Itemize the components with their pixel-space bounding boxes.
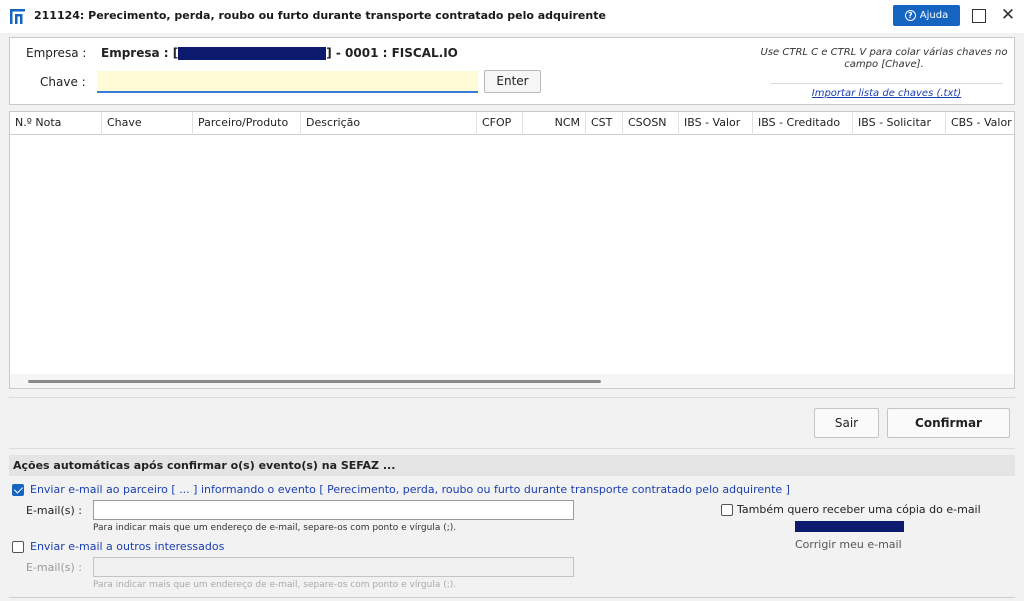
question-circle-icon: ?	[904, 10, 916, 21]
copy-me-label[interactable]: Também quero receber uma cópia do e-mail	[737, 503, 981, 516]
col-parceiro-produto[interactable]: Parceiro/Produto	[193, 112, 301, 135]
grid-header: N.º Nota Chave Parceiro/Produto Descriçã…	[10, 112, 1014, 135]
empresa-value: Empresa : [ ] - 0001 : FISCAL.IO	[101, 46, 458, 60]
col-cbs-valor[interactable]: CBS - Valor	[946, 112, 1014, 135]
confirmar-button[interactable]: Confirmar	[887, 408, 1010, 438]
others-email-hint: Para indicar mais que um endereço de e-m…	[93, 580, 457, 590]
send-partner-label[interactable]: Enviar e-mail ao parceiro [ ... ] inform…	[30, 483, 790, 496]
maximize-icon[interactable]	[972, 9, 986, 23]
col-ibs-valor[interactable]: IBS - Valor	[679, 112, 753, 135]
chave-label: Chave :	[40, 75, 86, 89]
import-keys-link[interactable]: Importar lista de chaves (.txt)	[770, 88, 1003, 99]
send-partner-checkbox[interactable]	[12, 484, 24, 496]
partner-email-label: E-mail(s) :	[26, 504, 83, 517]
col-ibs-creditado[interactable]: IBS - Creditado	[753, 112, 853, 135]
others-email-label: E-mail(s) :	[26, 561, 83, 574]
app-logo-icon	[10, 9, 25, 24]
key-entry-panel: Empresa : Empresa : [ ] - 0001 : FISCAL.…	[9, 37, 1015, 105]
send-others-label[interactable]: Enviar e-mail a outros interessados	[30, 540, 224, 553]
close-icon[interactable]: ✕	[999, 6, 1017, 24]
empresa-label: Empresa :	[26, 46, 87, 60]
fix-email-link[interactable]: Corrigir meu e-mail	[795, 538, 902, 551]
copy-me-checkbox[interactable]	[721, 504, 733, 516]
col-ncm[interactable]: NCM	[523, 112, 586, 135]
redacted-user-email	[795, 521, 904, 532]
notes-grid: N.º Nota Chave Parceiro/Produto Descriçã…	[9, 111, 1015, 389]
actions-divider	[9, 397, 1015, 398]
chave-input[interactable]	[97, 71, 478, 93]
send-others-checkbox[interactable]	[12, 541, 24, 553]
others-email-input	[93, 557, 574, 577]
col-numero-nota[interactable]: N.º Nota	[10, 112, 102, 135]
horizontal-scrollbar[interactable]	[10, 374, 1014, 388]
col-ibs-solicitar[interactable]: IBS - Solicitar	[853, 112, 946, 135]
sair-button[interactable]: Sair	[814, 408, 879, 438]
scrollbar-thumb[interactable]	[28, 380, 601, 383]
col-descricao[interactable]: Descrição	[301, 112, 477, 135]
paste-hint: Use CTRL C e CTRL V para colar várias ch…	[760, 47, 1008, 70]
section-divider	[9, 448, 1015, 449]
partner-email-input[interactable]	[93, 500, 574, 520]
col-csosn[interactable]: CSOSN	[623, 112, 679, 135]
help-button-label: Ajuda	[919, 10, 949, 21]
redacted-company-name	[178, 46, 327, 60]
empresa-suffix: ] - 0001 : FISCAL.IO	[326, 46, 458, 60]
help-button[interactable]: ? Ajuda	[893, 5, 960, 26]
empresa-prefix: Empresa : [	[101, 46, 179, 60]
enter-button[interactable]: Enter	[484, 70, 541, 93]
auto-actions-title: Ações automáticas após confirmar o(s) ev…	[9, 455, 1015, 476]
window-title: 211124: Perecimento, perda, roubo ou fur…	[34, 9, 606, 22]
col-chave[interactable]: Chave	[102, 112, 193, 135]
bottom-divider	[9, 597, 1015, 598]
col-cfop[interactable]: CFOP	[477, 112, 523, 135]
partner-email-hint: Para indicar mais que um endereço de e-m…	[93, 523, 457, 533]
hint-divider	[770, 83, 1003, 84]
title-bar: 211124: Perecimento, perda, roubo ou fur…	[0, 0, 1024, 33]
col-cst[interactable]: CST	[586, 112, 623, 135]
